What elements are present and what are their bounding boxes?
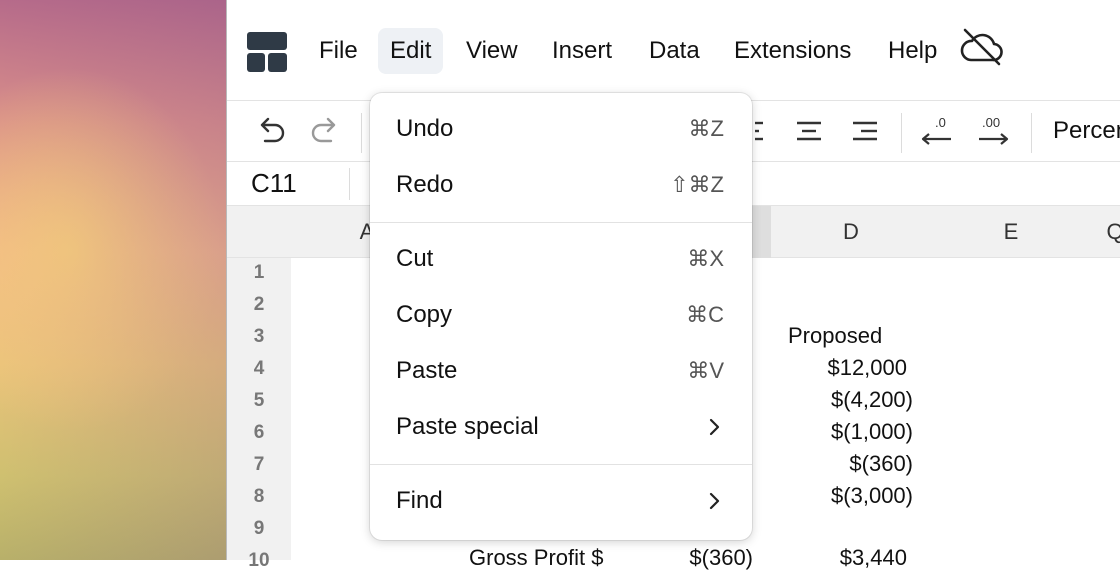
menu-item-label: Undo bbox=[396, 115, 454, 142]
chevron-right-icon bbox=[709, 418, 720, 436]
menu-bar: File Edit View Insert Data Extensions He… bbox=[227, 0, 1120, 100]
row-header[interactable]: 2 bbox=[227, 294, 291, 316]
toolbar-divider bbox=[1031, 113, 1032, 153]
menu-item-label: Paste bbox=[396, 357, 458, 384]
row-header[interactable]: 4 bbox=[227, 358, 291, 380]
menu-item-find[interactable]: Find bbox=[370, 477, 752, 525]
formula-bar-divider bbox=[349, 168, 350, 200]
cell-d4[interactable]: $12,000 bbox=[787, 355, 907, 381]
row-header[interactable]: 8 bbox=[227, 486, 291, 508]
menu-file[interactable]: File bbox=[307, 28, 370, 74]
menu-item-paste-special[interactable]: Paste special bbox=[370, 403, 752, 451]
cell-d7[interactable]: $(360) bbox=[787, 451, 913, 477]
row-header[interactable]: 10 bbox=[227, 550, 291, 572]
column-header-d[interactable]: D bbox=[827, 206, 875, 258]
cell-c10[interactable]: $(360) bbox=[647, 545, 753, 571]
row-header[interactable]: 1 bbox=[227, 262, 291, 284]
column-header-e[interactable]: E bbox=[987, 206, 1035, 258]
row-header[interactable]: 6 bbox=[227, 422, 291, 444]
menu-item-undo[interactable]: Undo ⌘Z bbox=[370, 105, 752, 153]
name-box[interactable]: C11 bbox=[251, 168, 297, 199]
menu-view[interactable]: View bbox=[454, 28, 530, 74]
shortcut-label: ⌘C bbox=[686, 302, 724, 327]
cell-d5[interactable]: $(4,200) bbox=[787, 387, 913, 413]
menu-edit[interactable]: Edit bbox=[378, 28, 444, 74]
column-header-q[interactable]: Q bbox=[1103, 206, 1120, 258]
menu-divider bbox=[370, 464, 752, 465]
shortcut-label: ⌘Z bbox=[688, 116, 724, 141]
cell-d6[interactable]: $(1,000) bbox=[787, 419, 913, 445]
edit-menu-dropdown: Undo ⌘Z Redo ⇧⌘Z Cut ⌘X Copy ⌘C Paste ⌘V… bbox=[370, 93, 752, 540]
cloud-offline-icon[interactable] bbox=[959, 24, 1005, 70]
menu-item-label: Find bbox=[396, 487, 443, 514]
sheets-logo-icon[interactable] bbox=[247, 32, 287, 72]
menu-item-label: Copy bbox=[396, 301, 453, 328]
menu-item-label: Cut bbox=[396, 245, 434, 272]
undo-icon[interactable] bbox=[253, 113, 289, 149]
svg-text:.0: .0 bbox=[935, 115, 946, 130]
menu-item-label: Paste special bbox=[396, 413, 539, 440]
menu-item-paste[interactable]: Paste ⌘V bbox=[370, 347, 752, 395]
row-header[interactable]: 7 bbox=[227, 454, 291, 476]
menu-item-redo[interactable]: Redo ⇧⌘Z bbox=[370, 161, 752, 209]
cell-d8[interactable]: $(3,000) bbox=[787, 483, 913, 509]
shortcut-label: ⌘V bbox=[687, 358, 724, 383]
row-header[interactable]: 3 bbox=[227, 326, 291, 348]
number-format-dropdown[interactable]: Percen bbox=[1053, 117, 1120, 145]
cell-d3[interactable]: Proposed bbox=[788, 323, 882, 349]
menu-insert[interactable]: Insert bbox=[540, 28, 624, 74]
svg-text:.00: .00 bbox=[982, 115, 1000, 130]
chevron-right-icon bbox=[709, 492, 720, 510]
row-header[interactable]: 5 bbox=[227, 390, 291, 412]
redo-icon[interactable] bbox=[307, 113, 343, 149]
desktop-wallpaper bbox=[0, 0, 226, 560]
shortcut-label: ⌘X bbox=[687, 246, 724, 271]
align-left-icon[interactable] bbox=[749, 113, 785, 149]
row-header[interactable]: 9 bbox=[227, 518, 291, 540]
menu-help[interactable]: Help bbox=[876, 28, 949, 74]
increase-decimal-icon[interactable]: .00 bbox=[975, 113, 1011, 149]
menu-item-copy[interactable]: Copy ⌘C bbox=[370, 291, 752, 339]
menu-item-cut[interactable]: Cut ⌘X bbox=[370, 235, 752, 283]
cell-b10[interactable]: Gross Profit $ bbox=[469, 545, 603, 571]
toolbar-divider bbox=[361, 113, 362, 153]
menu-extensions[interactable]: Extensions bbox=[722, 28, 863, 74]
toolbar-divider bbox=[901, 113, 902, 153]
menu-divider bbox=[370, 222, 752, 223]
menu-item-label: Redo bbox=[396, 171, 454, 198]
menu-data[interactable]: Data bbox=[637, 28, 712, 74]
cell-d10[interactable]: $3,440 bbox=[787, 545, 907, 571]
align-right-icon[interactable] bbox=[847, 113, 883, 149]
align-center-icon[interactable] bbox=[791, 113, 827, 149]
shortcut-label: ⇧⌘Z bbox=[670, 172, 724, 197]
decrease-decimal-icon[interactable]: .0 bbox=[919, 113, 955, 149]
